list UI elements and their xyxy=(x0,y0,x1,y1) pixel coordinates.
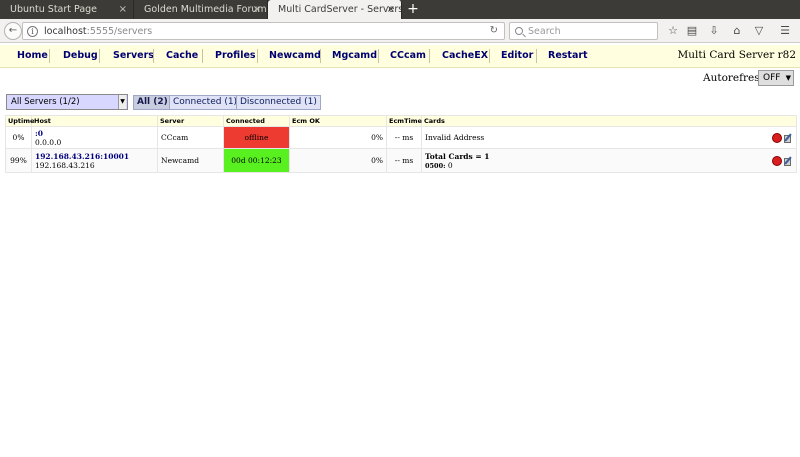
header-uptime: Uptime xyxy=(5,115,34,127)
autorefresh-label: Autorefresh xyxy=(703,72,767,84)
downloads-icon[interactable]: ⇩ xyxy=(707,23,721,39)
chevron-down-icon: ▼ xyxy=(785,74,791,82)
cell-connected-status: 00d 00:12:23 xyxy=(223,148,290,173)
filter-connected-button[interactable]: Connected (1) xyxy=(169,95,242,110)
tab-title: Ubuntu Start Page xyxy=(10,4,98,15)
cell-host: 192.168.43.216:10001 192.168.43.216 xyxy=(31,148,158,173)
cell-server: Newcamd xyxy=(157,148,224,173)
table-row: 99% 192.168.43.216:10001 192.168.43.216 … xyxy=(5,148,797,173)
header-ecm-ok: Ecm OK xyxy=(289,115,387,127)
new-tab-button[interactable]: + xyxy=(402,0,424,19)
row-controls xyxy=(772,155,793,166)
header-server: Server xyxy=(157,115,224,127)
cell-host: :0 0.0.0.0 xyxy=(31,126,158,149)
info-icon[interactable]: i xyxy=(27,26,38,37)
autorefresh-select[interactable]: OFF ▼ xyxy=(758,70,794,86)
card-providers: 0 xyxy=(447,160,453,170)
search-bar[interactable]: Search xyxy=(509,22,658,40)
reading-list-icon[interactable]: ▤ xyxy=(685,23,699,39)
table-row: 0% :0 0.0.0.0 CCcam offline 0% -- ms Inv… xyxy=(5,126,797,149)
tab-title: Multi CardServer - Servers xyxy=(278,4,402,15)
server-filter-value: All Servers (1/2) xyxy=(11,97,80,107)
header-connected: Connected xyxy=(223,115,290,127)
cell-ecm-ok: 0% xyxy=(289,126,387,149)
edit-icon[interactable] xyxy=(783,132,793,143)
cards-detail: 0500: 0 xyxy=(425,161,793,170)
menu-profiles[interactable]: Profiles xyxy=(215,50,256,61)
server-filter-select[interactable]: All Servers (1/2) ▼ xyxy=(6,94,128,110)
cell-cards: Total Cards = 1 0500: 0 xyxy=(421,148,797,173)
menu-icon[interactable]: ☰ xyxy=(778,23,792,39)
tab-title: Golden Multimedia Forum xyxy=(144,4,267,15)
menu-debug[interactable]: Debug xyxy=(63,50,98,61)
back-button[interactable]: ← xyxy=(4,22,22,40)
browser-tab-bar: Ubuntu Start Page × Golden Multimedia Fo… xyxy=(0,0,800,19)
url-host: localhost xyxy=(44,26,87,37)
tab-close-icon[interactable]: × xyxy=(387,0,395,19)
autorefresh-value: OFF xyxy=(763,73,781,83)
url-path: :5555/servers xyxy=(86,26,153,37)
tab-close-icon[interactable]: × xyxy=(253,0,261,19)
cell-cards: Invalid Address xyxy=(421,126,797,149)
url-text: localhost:5555/servers xyxy=(44,26,152,37)
cell-server: CCcam xyxy=(157,126,224,149)
bookmark-star-icon[interactable]: ☆ xyxy=(666,23,680,39)
tab-ubuntu-start[interactable]: Ubuntu Start Page × xyxy=(0,0,134,19)
menu-restart[interactable]: Restart xyxy=(548,50,588,61)
cards-text: Invalid Address xyxy=(425,133,485,142)
stop-icon[interactable] xyxy=(772,155,782,166)
host-link[interactable]: 192.168.43.216:10001 xyxy=(35,152,154,161)
cell-ecm-ok: 0% xyxy=(289,148,387,173)
menu-cache[interactable]: Cache xyxy=(166,50,198,61)
card-caid: 0500: xyxy=(425,161,446,170)
menu-mgcamd[interactable]: Mgcamd xyxy=(332,50,377,61)
main-menu: Home Debug Servers Cache Profiles Newcam… xyxy=(0,45,800,68)
pocket-icon[interactable]: ▽ xyxy=(752,23,766,39)
tab-golden-forum[interactable]: Golden Multimedia Forum × xyxy=(134,0,268,19)
row-controls xyxy=(772,132,793,143)
cell-uptime: 0% xyxy=(5,126,32,149)
cell-connected-status: offline xyxy=(223,126,290,149)
host-link[interactable]: :0 xyxy=(35,129,154,138)
menu-newcamd[interactable]: Newcamd xyxy=(269,50,321,61)
cards-total: Total Cards = 1 xyxy=(425,151,490,161)
menu-editor[interactable]: Editor xyxy=(501,50,533,61)
url-bar[interactable]: i localhost:5555/servers ↻ xyxy=(22,22,505,40)
cell-uptime: 99% xyxy=(5,148,32,173)
menu-cccam[interactable]: CCcam xyxy=(390,50,426,61)
servers-table: Uptime Host Server Connected Ecm OK EcmT… xyxy=(5,115,797,173)
tab-multicardserver[interactable]: Multi CardServer - Servers × xyxy=(268,0,402,19)
reload-icon[interactable]: ↻ xyxy=(490,25,498,36)
stop-icon[interactable] xyxy=(772,132,782,143)
search-icon xyxy=(515,27,523,35)
home-icon[interactable]: ⌂ xyxy=(730,23,744,39)
host-ip: 0.0.0.0 xyxy=(35,137,62,147)
header-cards: Cards xyxy=(421,115,797,127)
menu-servers[interactable]: Servers xyxy=(113,50,154,61)
filter-disconnected-button[interactable]: Disconnected (1) xyxy=(236,95,321,110)
cell-ecm-time: -- ms xyxy=(386,148,422,173)
header-host: Host xyxy=(31,115,158,127)
browser-nav-bar: ← i localhost:5555/servers ↻ Search ☆ ▤ … xyxy=(0,19,800,43)
chevron-down-icon: ▼ xyxy=(118,95,126,109)
edit-icon[interactable] xyxy=(783,155,793,166)
header-ecm-time: EcmTime xyxy=(386,115,422,127)
app-brand: Multi Card Server r82 xyxy=(677,49,796,61)
menu-cacheex[interactable]: CacheEX xyxy=(442,50,488,61)
tab-close-icon[interactable]: × xyxy=(119,0,127,19)
cell-ecm-time: -- ms xyxy=(386,126,422,149)
search-placeholder: Search xyxy=(528,26,561,37)
host-ip: 192.168.43.216 xyxy=(35,160,95,170)
filter-all-button[interactable]: All (2) xyxy=(133,95,172,110)
menu-home[interactable]: Home xyxy=(17,50,48,61)
table-header: Uptime Host Server Connected Ecm OK EcmT… xyxy=(5,115,797,127)
